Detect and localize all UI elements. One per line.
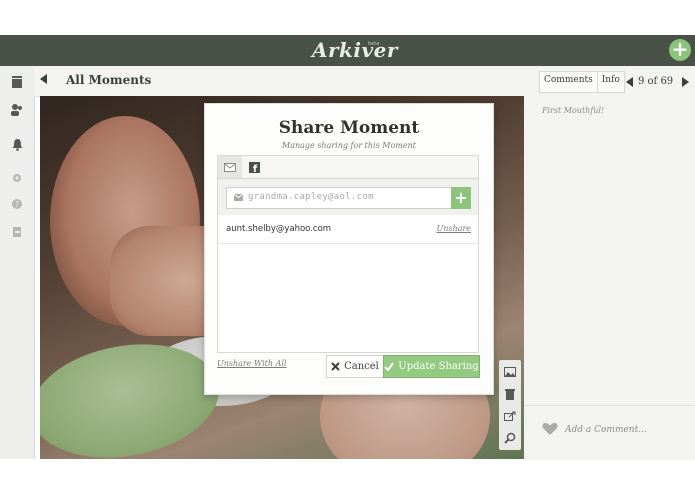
share-method-tabs: f xyxy=(218,156,478,179)
cancel-label: Cancel xyxy=(344,361,379,372)
back-arrow-icon[interactable] xyxy=(40,74,47,84)
tab-info[interactable]: Info xyxy=(598,72,624,92)
shared-recipient-row: aunt.shelby@yahoo.com Unshare xyxy=(218,216,478,244)
left-sidebar: ? xyxy=(0,66,35,459)
right-panel-tabs: Comments Info xyxy=(539,71,625,93)
dialog-title: Share Moment xyxy=(278,118,420,138)
tab-comments[interactable]: Comments xyxy=(540,72,598,92)
close-icon xyxy=(331,362,340,371)
page-title: All Moments xyxy=(66,73,152,87)
people-icon[interactable] xyxy=(9,102,25,118)
image-icon[interactable] xyxy=(502,364,518,380)
svg-text:f: f xyxy=(252,164,257,173)
zoom-icon[interactable] xyxy=(502,430,518,446)
recipient-email: aunt.shelby@yahoo.com xyxy=(226,224,332,234)
plus-icon: + xyxy=(671,37,689,61)
unshare-all-link[interactable]: Unshare With All xyxy=(217,359,286,368)
add-email-row: grandma.capley@aol.com + xyxy=(218,179,478,215)
email-placeholder: grandma.capley@aol.com xyxy=(248,192,374,202)
add-email-button[interactable]: + xyxy=(451,187,471,209)
facebook-icon: f xyxy=(248,161,260,173)
next-moment-icon[interactable] xyxy=(682,77,689,87)
share-panel: f grandma.capley@aol.com + aunt.shelby@y… xyxy=(217,155,479,353)
book-icon[interactable] xyxy=(9,74,25,90)
right-panel xyxy=(524,66,695,459)
logout-icon[interactable] xyxy=(9,224,25,240)
comment-input[interactable]: Add a Comment... xyxy=(565,425,647,435)
email-icon xyxy=(234,194,243,201)
plus-icon: + xyxy=(454,188,468,207)
tab-email[interactable] xyxy=(218,156,242,178)
update-label: Update Sharing xyxy=(398,361,479,372)
share-icon[interactable] xyxy=(502,408,518,424)
bell-icon[interactable] xyxy=(9,136,25,152)
photo-toolbar xyxy=(499,360,521,450)
email-icon xyxy=(224,162,236,172)
svg-text:?: ? xyxy=(15,200,19,209)
help-icon[interactable]: ? xyxy=(9,196,25,212)
beta-tag: beta xyxy=(368,41,380,47)
update-sharing-button[interactable]: Update Sharing xyxy=(383,355,480,378)
add-moment-button[interactable]: + xyxy=(669,39,691,61)
cancel-button[interactable]: Cancel xyxy=(326,355,384,378)
email-field[interactable]: grandma.capley@aol.com xyxy=(226,187,452,209)
app-logo[interactable]: Arkiver xyxy=(312,38,398,62)
moment-caption: First Mouthful! xyxy=(542,106,605,115)
gear-icon[interactable] xyxy=(9,170,25,186)
tab-facebook[interactable]: f xyxy=(242,156,266,178)
check-icon xyxy=(384,362,395,371)
trash-icon[interactable] xyxy=(502,386,518,402)
unshare-link[interactable]: Unshare xyxy=(437,224,471,233)
previous-moment-icon[interactable] xyxy=(626,77,633,87)
dialog-subtitle: Manage sharing for this Moment xyxy=(282,141,416,150)
heart-icon[interactable] xyxy=(542,421,558,437)
moment-position: 9 of 69 xyxy=(638,76,674,87)
